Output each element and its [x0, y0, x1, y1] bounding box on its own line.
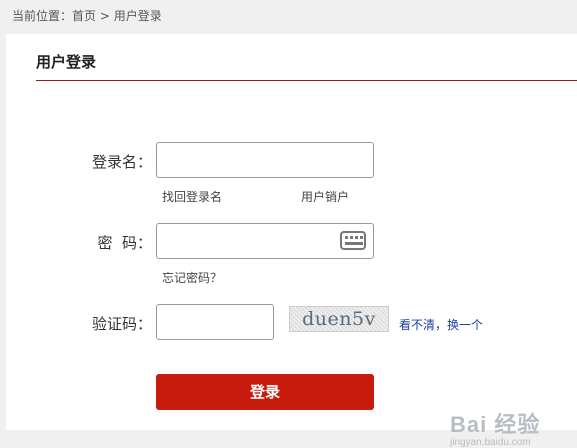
title-divider — [36, 80, 577, 81]
breadcrumb-home-link[interactable]: 首页 — [72, 9, 96, 23]
password-input[interactable] — [156, 223, 374, 259]
username-input[interactable] — [156, 142, 374, 178]
forgot-password-link[interactable]: 忘记密码？ — [162, 269, 222, 286]
watermark-sub: jingyan.baidu.com — [450, 437, 531, 448]
login-panel: 用户登录 登录名： 找回登录名 用户销户 密 码： 忘记密码？ 验证码： due… — [6, 34, 577, 448]
breadcrumb: 当前位置：首页 > 用户登录 — [12, 7, 162, 24]
login-button[interactable]: 登录 — [156, 374, 374, 410]
baidu-jingyan-watermark: Bai 经验 jingyan.baidu.com — [450, 407, 577, 448]
page-title: 用户登录 — [36, 53, 97, 71]
password-label: 密 码： — [97, 234, 152, 252]
username-label: 登录名： — [91, 153, 152, 171]
breadcrumb-prefix: 当前位置： — [12, 9, 73, 23]
breadcrumb-separator: > — [96, 9, 114, 23]
captcha-image[interactable]: duen5v — [289, 306, 389, 332]
refresh-captcha-link[interactable]: 看不清，换一个 — [399, 316, 483, 333]
cancel-account-link[interactable]: 用户销户 — [301, 188, 349, 205]
watermark-main: Bai 经验 — [450, 412, 541, 437]
find-username-link[interactable]: 找回登录名 — [162, 188, 222, 205]
captcha-input[interactable] — [156, 304, 274, 340]
captcha-label: 验证码： — [91, 315, 152, 333]
breadcrumb-current: 用户登录 — [113, 9, 162, 23]
keyboard-icon[interactable] — [340, 231, 366, 250]
